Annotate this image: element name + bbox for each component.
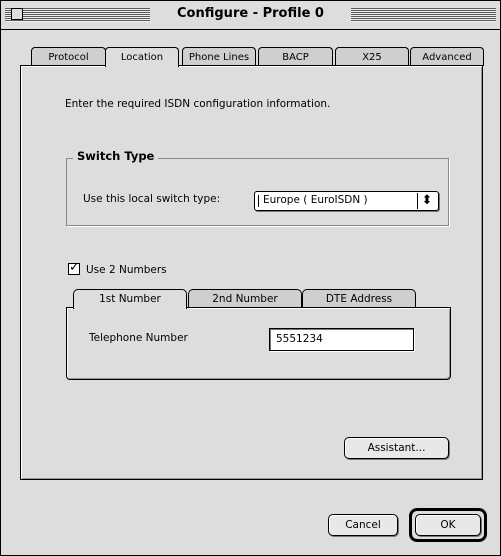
use-2-numbers-checkbox[interactable]: ✓ bbox=[68, 260, 80, 275]
tab-x25[interactable]: X25 bbox=[335, 47, 409, 66]
tab-phone-lines[interactable]: Phone Lines bbox=[182, 47, 256, 66]
popup-arrows-icon: ⬍ bbox=[417, 193, 436, 209]
assistant-button[interactable]: Assistant... bbox=[344, 437, 449, 459]
switch-type-group-title: Switch Type bbox=[73, 149, 159, 163]
checkmark-icon: ✓ bbox=[69, 260, 80, 275]
tab-dte-address[interactable]: DTE Address bbox=[302, 289, 416, 308]
title-bar[interactable]: Configure - Profile 0 bbox=[1, 1, 500, 30]
tab-location[interactable]: Location bbox=[105, 47, 179, 67]
instructions-text: Enter the required ISDN configuration in… bbox=[65, 98, 331, 110]
tab-protocol[interactable]: Protocol bbox=[31, 47, 106, 66]
tab-advanced[interactable]: Advanced bbox=[410, 47, 484, 66]
telephone-number-label: Telephone Number bbox=[89, 332, 188, 344]
telephone-number-field[interactable]: 5551234 bbox=[269, 328, 414, 351]
use-2-numbers-label[interactable]: Use 2 Numbers bbox=[86, 264, 167, 276]
window-title: Configure - Profile 0 bbox=[1, 6, 500, 21]
tab-2nd-number[interactable]: 2nd Number bbox=[188, 289, 302, 308]
cancel-button[interactable]: Cancel bbox=[328, 514, 398, 536]
ok-button[interactable]: OK bbox=[415, 514, 481, 536]
switch-type-popup[interactable]: Europe ( EuroISDN ) ⬍ bbox=[254, 191, 439, 211]
tab-bacp[interactable]: BACP bbox=[258, 47, 333, 66]
tab-1st-number[interactable]: 1st Number bbox=[73, 289, 187, 309]
switch-type-label: Use this local switch type: bbox=[83, 193, 221, 205]
configure-window: Configure - Profile 0 Protocol Location … bbox=[0, 0, 501, 556]
popup-divider bbox=[258, 195, 259, 207]
switch-type-selected-value: Europe ( EuroISDN ) bbox=[263, 194, 368, 206]
